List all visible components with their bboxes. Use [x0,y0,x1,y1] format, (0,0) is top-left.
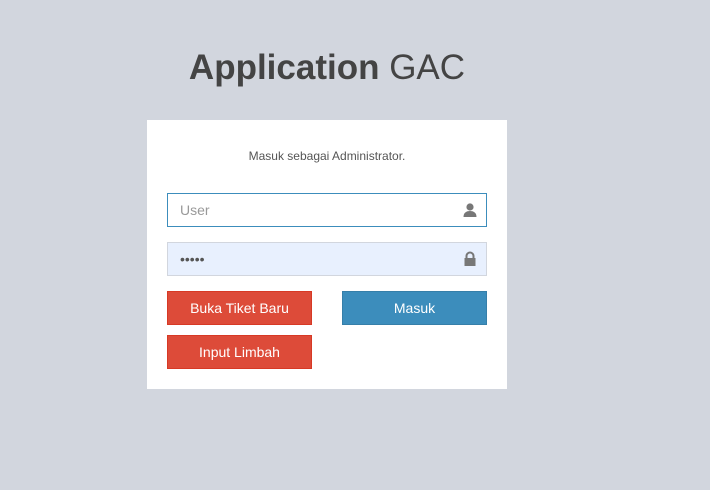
logo-bold-text: Application [188,48,380,87]
login-button[interactable]: Masuk [342,291,487,325]
user-icon [463,203,477,217]
logo-light-text: GAC [379,48,466,87]
user-field [167,193,487,227]
new-ticket-button[interactable]: Buka Tiket Baru [167,291,312,325]
input-waste-button[interactable]: Input Limbah [167,335,312,369]
user-input[interactable] [168,194,486,226]
lock-icon [464,251,476,266]
app-logo: Application GAC [0,48,654,88]
password-field [167,242,487,276]
login-box: Masuk sebagai Administrator. Buka Tiket … [147,120,507,389]
password-input[interactable] [168,243,486,275]
login-message: Masuk sebagai Administrator. [248,149,406,163]
